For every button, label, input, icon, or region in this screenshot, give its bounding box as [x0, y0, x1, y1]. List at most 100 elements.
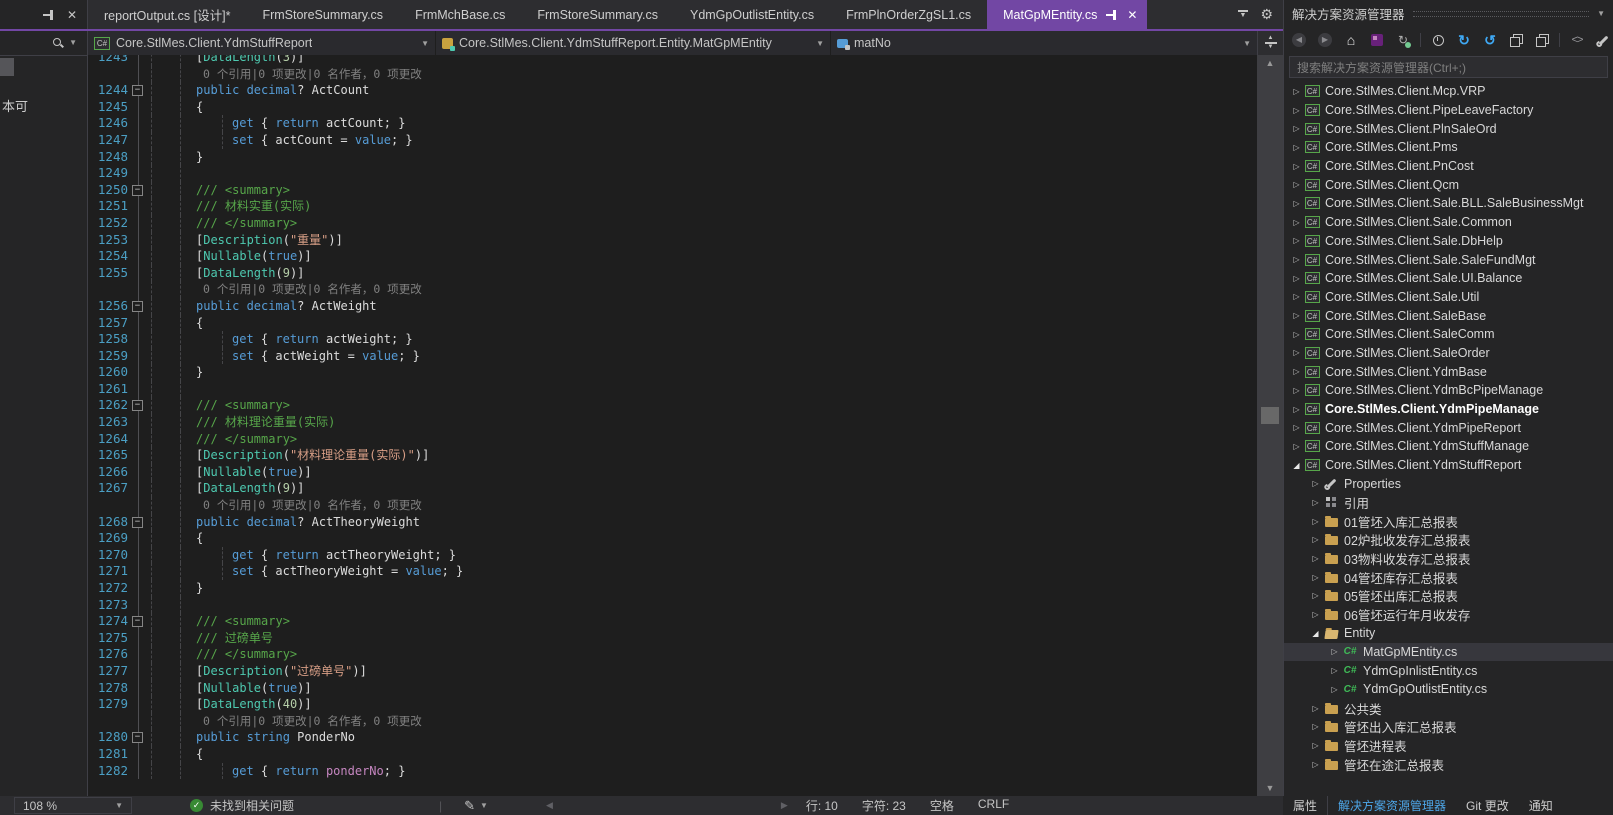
tree-item[interactable]: ▷06管坯运行年月收发存: [1284, 605, 1613, 624]
collapsed-arrow-icon[interactable]: ▷: [1290, 405, 1303, 414]
codelens-text[interactable]: 0 个引用|0 项更改|0 名作者，0 项更改: [203, 498, 422, 512]
collapsed-arrow-icon[interactable]: ▷: [1290, 199, 1303, 208]
close-icon[interactable]: ✕: [67, 9, 77, 21]
drag-handle-dots[interactable]: [1413, 11, 1590, 17]
panel-tab[interactable]: 通知: [1519, 796, 1563, 815]
hscroll-left-arrow-icon[interactable]: ◀: [546, 800, 553, 811]
tree-item[interactable]: ◢Entity: [1284, 624, 1613, 643]
collapsed-arrow-icon[interactable]: ▷: [1309, 760, 1322, 769]
panel-tab[interactable]: Git 更改: [1456, 796, 1519, 815]
tree-item[interactable]: ▷C#Core.StlMes.Client.Sale.SaleFundMgt: [1284, 250, 1613, 269]
toolbar-home-icon[interactable]: ⌂: [1342, 31, 1360, 49]
tree-item[interactable]: ▷03物料收发存汇总报表: [1284, 549, 1613, 568]
scrollbar-up-arrow-icon[interactable]: ▲: [1257, 58, 1283, 68]
tree-item[interactable]: ▷02炉批收发存汇总报表: [1284, 531, 1613, 550]
chevron-down-icon[interactable]: ▼: [69, 38, 77, 47]
code-editor[interactable]: 1243[DataLength(3)]0 个引用|0 项更改|0 名作者，0 项…: [88, 55, 1257, 796]
fold-collapse-icon[interactable]: −: [132, 185, 143, 196]
document-tab[interactable]: YdmGpOutlistEntity.cs: [674, 0, 830, 29]
document-health-indicator[interactable]: ✓ 未找到相关问题: [190, 797, 294, 814]
document-tab[interactable]: FrmStoreSummary.cs: [521, 0, 674, 29]
edit-mode-button[interactable]: ✎ ▼: [464, 798, 488, 814]
collapsed-arrow-icon[interactable]: ▷: [1290, 311, 1303, 320]
tree-item[interactable]: ▷C#Core.StlMes.Client.Sale.DbHelp: [1284, 232, 1613, 251]
member-dropdown[interactable]: matNo ▼: [831, 31, 1257, 55]
zoom-control[interactable]: 108 % ▼: [14, 797, 132, 814]
collapsed-arrow-icon[interactable]: ▷: [1309, 498, 1322, 507]
tree-item[interactable]: ▷公共类: [1284, 699, 1613, 718]
collapsed-arrow-icon[interactable]: ▷: [1309, 554, 1322, 563]
tree-item[interactable]: ▷C#YdmGpOutlistEntity.cs: [1284, 680, 1613, 699]
toolbar-collapse-all-icon[interactable]: [1507, 31, 1525, 49]
scrollbar-thumb[interactable]: [1261, 407, 1279, 424]
solution-explorer-titlebar[interactable]: 解决方案资源管理器 ▼: [1284, 0, 1613, 27]
collapsed-arrow-icon[interactable]: ▷: [1309, 517, 1322, 526]
document-tab[interactable]: reportOutput.cs [设计]*: [88, 0, 246, 29]
fold-collapse-icon[interactable]: −: [132, 517, 143, 528]
panel-tab[interactable]: 属性: [1283, 796, 1328, 815]
tree-item[interactable]: ▷C#Core.StlMes.Client.Mcp.VRP: [1284, 82, 1613, 101]
collapsed-arrow-icon[interactable]: ▷: [1309, 741, 1322, 750]
collapsed-arrow-icon[interactable]: ▷: [1290, 423, 1303, 432]
toolbar-update-icon[interactable]: ↺: [1481, 31, 1499, 49]
tree-item[interactable]: ▷C#Core.StlMes.Client.YdmPipeManage: [1284, 400, 1613, 419]
tree-item[interactable]: ▷C#Core.StlMes.Client.SaleOrder: [1284, 344, 1613, 363]
collapsed-arrow-icon[interactable]: ▷: [1290, 143, 1303, 152]
collapsed-arrow-icon[interactable]: ▷: [1309, 573, 1322, 582]
tree-item[interactable]: ▷C#Core.StlMes.Client.Sale.BLL.SaleBusin…: [1284, 194, 1613, 213]
tree-item[interactable]: ▷C#Core.StlMes.Client.YdmPipeReport: [1284, 418, 1613, 437]
collapsed-arrow-icon[interactable]: ▷: [1290, 87, 1303, 96]
collapsed-arrow-icon[interactable]: ▷: [1290, 162, 1303, 171]
collapsed-arrow-icon[interactable]: ▷: [1309, 591, 1322, 600]
collapsed-arrow-icon[interactable]: ▷: [1309, 704, 1322, 713]
toolbar-properties-icon[interactable]: [1594, 31, 1612, 49]
collapsed-arrow-icon[interactable]: ▷: [1290, 236, 1303, 245]
tree-item[interactable]: ▷引用: [1284, 493, 1613, 512]
tree-item[interactable]: ▷C#Core.StlMes.Client.PipeLeaveFactory: [1284, 101, 1613, 120]
collapsed-arrow-icon[interactable]: ▷: [1290, 106, 1303, 115]
fold-collapse-icon[interactable]: −: [132, 732, 143, 743]
scrollbar-down-arrow-icon[interactable]: ▼: [1257, 783, 1283, 793]
tree-item[interactable]: ▷04管坯库存汇总报表: [1284, 568, 1613, 587]
collapsed-arrow-icon[interactable]: ▷: [1290, 255, 1303, 264]
expanded-arrow-icon[interactable]: ◢: [1309, 629, 1322, 638]
document-tab[interactable]: MatGpMEntity.cs✕: [987, 0, 1147, 29]
solution-search-input[interactable]: 搜索解决方案资源管理器(Ctrl+;): [1289, 56, 1608, 78]
tree-item[interactable]: ◢C#Core.StlMes.Client.YdmStuffReport: [1284, 456, 1613, 475]
toolbar-sync-active-document-icon[interactable]: ↻: [1394, 31, 1412, 49]
collapsed-arrow-icon[interactable]: ▷: [1328, 647, 1341, 656]
search-icon[interactable]: [52, 37, 64, 49]
left-panel-item[interactable]: [0, 58, 14, 76]
collapsed-arrow-icon[interactable]: ▷: [1290, 292, 1303, 301]
tree-item[interactable]: ▷管坯出入库汇总报表: [1284, 717, 1613, 736]
tree-item[interactable]: ▷C#Core.StlMes.Client.PnCost: [1284, 157, 1613, 176]
toolbar-copy-docs-icon[interactable]: [1533, 31, 1551, 49]
toolbar-refresh-icon[interactable]: ↻: [1455, 31, 1473, 49]
editor-vertical-scrollbar[interactable]: ▲ ▼: [1257, 55, 1283, 796]
collapsed-arrow-icon[interactable]: ▷: [1309, 610, 1322, 619]
project-dropdown[interactable]: C# Core.StlMes.Client.YdmStuffReport ▼: [88, 31, 436, 55]
collapsed-arrow-icon[interactable]: ▷: [1328, 666, 1341, 675]
tab-overflow-icon[interactable]: [1238, 10, 1248, 20]
type-dropdown[interactable]: Core.StlMes.Client.YdmStuffReport.Entity…: [436, 31, 831, 55]
tree-item[interactable]: ▷C#Core.StlMes.Client.SaleComm: [1284, 325, 1613, 344]
tree-item[interactable]: ▷C#YdmGpInlistEntity.cs: [1284, 661, 1613, 680]
toolbar-switch-views-icon[interactable]: [1368, 31, 1386, 49]
toolbar-view-code-icon[interactable]: <>: [1568, 31, 1586, 49]
document-tab[interactable]: FrmMchBase.cs: [399, 0, 521, 29]
toolbar-pending-changes-filter-icon[interactable]: [1429, 31, 1447, 49]
toolbar-back-icon[interactable]: ◀: [1290, 31, 1308, 49]
tree-item[interactable]: ▷C#MatGpMEntity.cs: [1284, 643, 1613, 662]
fold-collapse-icon[interactable]: −: [132, 85, 143, 96]
line-indicator[interactable]: 行: 10: [806, 797, 838, 814]
tree-item[interactable]: ▷管坯在途汇总报表: [1284, 755, 1613, 774]
document-tab[interactable]: FrmStoreSummary.cs: [246, 0, 399, 29]
collapsed-arrow-icon[interactable]: ▷: [1309, 535, 1322, 544]
collapsed-arrow-icon[interactable]: ▷: [1290, 124, 1303, 133]
collapsed-arrow-icon[interactable]: ▷: [1290, 442, 1303, 451]
collapsed-arrow-icon[interactable]: ▷: [1290, 218, 1303, 227]
tree-item[interactable]: ▷C#Core.StlMes.Client.YdmBcPipeManage: [1284, 381, 1613, 400]
tree-item[interactable]: ▷C#Core.StlMes.Client.YdmStuffManage: [1284, 437, 1613, 456]
tree-item[interactable]: ▷C#Core.StlMes.Client.Qcm: [1284, 175, 1613, 194]
fold-collapse-icon[interactable]: −: [132, 301, 143, 312]
